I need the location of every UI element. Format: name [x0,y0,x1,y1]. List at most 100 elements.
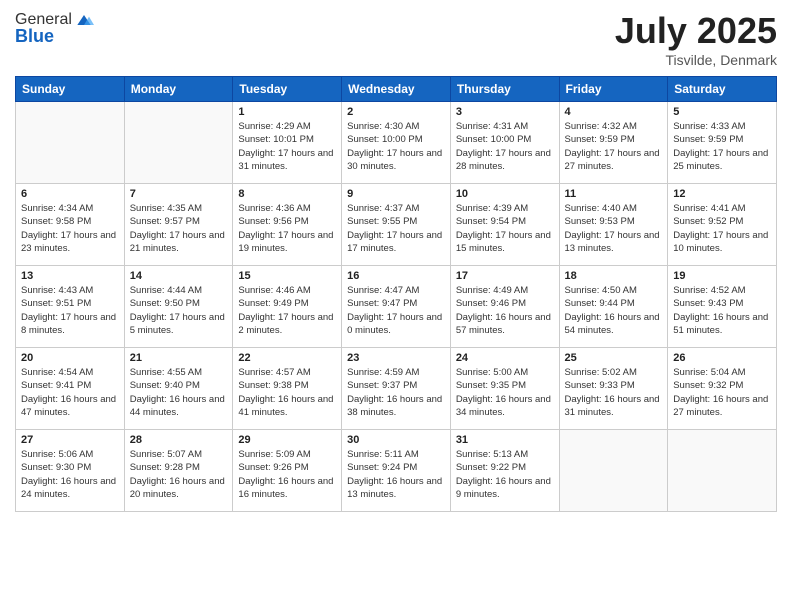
calendar-cell: 10 Sunrise: 4:39 AMSunset: 9:54 PMDayligh… [450,184,559,266]
day-number: 25 [565,352,663,364]
day-info: Sunrise: 4:33 AMSunset: 9:59 PMDaylight:… [673,120,771,173]
day-number: 6 [21,188,119,200]
day-info: Sunrise: 5:02 AMSunset: 9:33 PMDaylight:… [565,366,663,419]
logo-icon [74,10,94,30]
day-number: 18 [565,270,663,282]
day-info: Sunrise: 5:09 AMSunset: 9:26 PMDaylight:… [238,448,336,501]
calendar: Sunday Monday Tuesday Wednesday Thursday… [15,76,777,512]
col-sunday: Sunday [16,77,125,102]
day-number: 26 [673,352,771,364]
day-info: Sunrise: 4:44 AMSunset: 9:50 PMDaylight:… [130,284,228,337]
day-number: 21 [130,352,228,364]
calendar-week-1: 1Sunrise: 4:29 AMSunset: 10:01 PMDayligh… [16,102,777,184]
day-number: 22 [238,352,336,364]
calendar-cell: 13Sunrise: 4:43 AMSunset: 9:51 PMDayligh… [16,266,125,348]
title-block: July 2025 Tisvilde, Denmark [615,10,777,68]
day-number: 10 [456,188,554,200]
calendar-cell: 3 Sunrise: 4:31 AMSunset: 10:00 PMDayligh… [450,102,559,184]
col-saturday: Saturday [668,77,777,102]
calendar-cell: 11 Sunrise: 4:40 AMSunset: 9:53 PMDayligh… [559,184,668,266]
day-info: Sunrise: 4:49 AMSunset: 9:46 PMDaylight:… [456,284,554,337]
logo: General Blue [15,10,94,47]
day-info: Sunrise: 5:11 AMSunset: 9:24 PMDaylight:… [347,448,445,501]
calendar-cell: 25 Sunrise: 5:02 AMSunset: 9:33 PMDayligh… [559,348,668,430]
col-monday: Monday [124,77,233,102]
calendar-cell: 14 Sunrise: 4:44 AMSunset: 9:50 PMDayligh… [124,266,233,348]
day-info: Sunrise: 4:47 AMSunset: 9:47 PMDaylight:… [347,284,445,337]
calendar-week-2: 6 Sunrise: 4:34 AMSunset: 9:58 PMDaylight… [16,184,777,266]
calendar-cell: 26 Sunrise: 5:04 AMSunset: 9:32 PMDayligh… [668,348,777,430]
col-friday: Friday [559,77,668,102]
day-number: 8 [238,188,336,200]
day-info: Sunrise: 5:04 AMSunset: 9:32 PMDaylight:… [673,366,771,419]
day-info: Sunrise: 4:52 AMSunset: 9:43 PMDaylight:… [673,284,771,337]
calendar-cell [16,102,125,184]
day-number: 9 [347,188,445,200]
calendar-cell: 24Sunrise: 5:00 AMSunset: 9:35 PMDayligh… [450,348,559,430]
calendar-cell [668,430,777,512]
calendar-cell: 15 Sunrise: 4:46 AMSunset: 9:49 PMDayligh… [233,266,342,348]
col-tuesday: Tuesday [233,77,342,102]
calendar-cell: 9 Sunrise: 4:37 AMSunset: 9:55 PMDaylight… [342,184,451,266]
calendar-cell: 20 Sunrise: 4:54 AMSunset: 9:41 PMDayligh… [16,348,125,430]
day-number: 20 [21,352,119,364]
calendar-cell: 28 Sunrise: 5:07 AMSunset: 9:28 PMDayligh… [124,430,233,512]
calendar-cell: 8Sunrise: 4:36 AMSunset: 9:56 PMDaylight… [233,184,342,266]
day-info: Sunrise: 4:59 AMSunset: 9:37 PMDaylight:… [347,366,445,419]
day-info: Sunrise: 4:30 AMSunset: 10:00 PMDaylight… [347,120,445,173]
day-info: Sunrise: 4:31 AMSunset: 10:00 PMDaylight… [456,120,554,173]
day-info: Sunrise: 4:46 AMSunset: 9:49 PMDaylight:… [238,284,336,337]
calendar-cell [559,430,668,512]
day-number: 28 [130,434,228,446]
day-info: Sunrise: 4:32 AMSunset: 9:59 PMDaylight:… [565,120,663,173]
day-info: Sunrise: 4:41 AMSunset: 9:52 PMDaylight:… [673,202,771,255]
day-info: Sunrise: 4:39 AMSunset: 9:54 PMDaylight:… [456,202,554,255]
day-info: Sunrise: 4:54 AMSunset: 9:41 PMDaylight:… [21,366,119,419]
calendar-cell: 30Sunrise: 5:11 AMSunset: 9:24 PMDayligh… [342,430,451,512]
day-number: 14 [130,270,228,282]
calendar-cell: 2 Sunrise: 4:30 AMSunset: 10:00 PMDayligh… [342,102,451,184]
day-info: Sunrise: 5:07 AMSunset: 9:28 PMDaylight:… [130,448,228,501]
day-number: 5 [673,106,771,118]
calendar-cell: 12Sunrise: 4:41 AMSunset: 9:52 PMDayligh… [668,184,777,266]
calendar-cell: 23Sunrise: 4:59 AMSunset: 9:37 PMDayligh… [342,348,451,430]
day-number: 4 [565,106,663,118]
day-number: 27 [21,434,119,446]
day-info: Sunrise: 5:13 AMSunset: 9:22 PMDaylight:… [456,448,554,501]
calendar-cell: 4 Sunrise: 4:32 AMSunset: 9:59 PMDaylight… [559,102,668,184]
calendar-cell: 18Sunrise: 4:50 AMSunset: 9:44 PMDayligh… [559,266,668,348]
month-title: July 2025 [615,10,777,52]
day-number: 29 [238,434,336,446]
day-info: Sunrise: 5:06 AMSunset: 9:30 PMDaylight:… [21,448,119,501]
day-number: 13 [21,270,119,282]
day-number: 11 [565,188,663,200]
day-info: Sunrise: 4:34 AMSunset: 9:58 PMDaylight:… [21,202,119,255]
header: General Blue July 2025 Tisvilde, Denmark [15,10,777,68]
calendar-cell: 5 Sunrise: 4:33 AMSunset: 9:59 PMDaylight… [668,102,777,184]
col-thursday: Thursday [450,77,559,102]
calendar-cell: 21Sunrise: 4:55 AMSunset: 9:40 PMDayligh… [124,348,233,430]
calendar-header-row: Sunday Monday Tuesday Wednesday Thursday… [16,77,777,102]
calendar-cell: 6 Sunrise: 4:34 AMSunset: 9:58 PMDaylight… [16,184,125,266]
calendar-cell: 1Sunrise: 4:29 AMSunset: 10:01 PMDayligh… [233,102,342,184]
calendar-cell: 31 Sunrise: 5:13 AMSunset: 9:22 PMDayligh… [450,430,559,512]
calendar-cell: 29 Sunrise: 5:09 AMSunset: 9:26 PMDayligh… [233,430,342,512]
day-info: Sunrise: 4:37 AMSunset: 9:55 PMDaylight:… [347,202,445,255]
calendar-week-5: 27 Sunrise: 5:06 AMSunset: 9:30 PMDayligh… [16,430,777,512]
day-number: 1 [238,106,336,118]
day-number: 19 [673,270,771,282]
col-wednesday: Wednesday [342,77,451,102]
day-number: 15 [238,270,336,282]
calendar-week-3: 13Sunrise: 4:43 AMSunset: 9:51 PMDayligh… [16,266,777,348]
day-number: 31 [456,434,554,446]
day-info: Sunrise: 4:35 AMSunset: 9:57 PMDaylight:… [130,202,228,255]
calendar-cell: 16Sunrise: 4:47 AMSunset: 9:47 PMDayligh… [342,266,451,348]
day-number: 17 [456,270,554,282]
day-info: Sunrise: 4:57 AMSunset: 9:38 PMDaylight:… [238,366,336,419]
calendar-cell: 19 Sunrise: 4:52 AMSunset: 9:43 PMDayligh… [668,266,777,348]
day-info: Sunrise: 4:40 AMSunset: 9:53 PMDaylight:… [565,202,663,255]
day-number: 3 [456,106,554,118]
day-number: 2 [347,106,445,118]
day-number: 7 [130,188,228,200]
calendar-week-4: 20 Sunrise: 4:54 AMSunset: 9:41 PMDayligh… [16,348,777,430]
